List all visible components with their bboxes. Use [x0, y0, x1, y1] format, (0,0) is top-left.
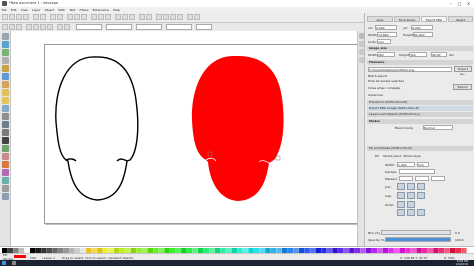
cap-round-icon[interactable]: [407, 192, 415, 199]
windows-start-icon[interactable]: [2, 261, 6, 265]
marker-end-select[interactable]: [431, 176, 445, 181]
export-height-value: 80.000: [414, 33, 425, 37]
selection-handle[interactable]: [275, 155, 281, 161]
export-button[interactable]: Export: [453, 84, 472, 90]
blur-label: Blur (%): [368, 231, 381, 235]
order-label: Order:: [385, 203, 395, 207]
tab-align[interactable]: Align: [367, 16, 393, 22]
x0-label: x0:: [368, 26, 373, 30]
blend-mode-label: Blend mode: [395, 126, 414, 130]
stroke-style-tab[interactable]: Stroke style: [403, 154, 421, 158]
zoom-level[interactable]: Z: 54%: [444, 256, 455, 260]
dpi-label: dpi: [449, 53, 454, 57]
join-round-icon[interactable]: [407, 183, 415, 190]
status-layer[interactable]: •Layer 1: [42, 256, 55, 260]
export-png-dialog-header[interactable]: Export PNG Image (Shift+Ctrl+E): [367, 106, 473, 111]
taskbar: 6:08 PM 1/4/2019: [0, 260, 474, 266]
stroke-width-input[interactable]: 1.000: [397, 162, 415, 167]
units-label: Units:: [368, 40, 377, 44]
tab-export-png[interactable]: Export PNG: [421, 16, 447, 22]
y0-label: y0:: [403, 26, 408, 30]
x0-value: 0.000: [376, 26, 385, 30]
fill-stroke-dialog-header[interactable]: Fill and Stroke (Shift+Ctrl+F): [367, 146, 473, 151]
dpi-input[interactable]: 96.00: [431, 52, 447, 57]
x0-input[interactable]: 0.000: [375, 25, 397, 30]
layers-objects-dialog-header[interactable]: Layers and Objects (Shift+Ctrl+L): [367, 112, 473, 117]
marker-mid-select[interactable]: [415, 176, 429, 181]
order-markers-fill-stroke-icon[interactable]: [407, 209, 415, 216]
blur-slider[interactable]: [381, 230, 451, 235]
advanced-expander[interactable]: Advanced: [368, 93, 383, 97]
cap-square-icon[interactable]: [417, 192, 425, 199]
image-size-heading: Image size: [367, 46, 473, 51]
status-fill-swatch[interactable]: [14, 255, 26, 258]
image-width-value: 282: [378, 53, 384, 57]
y0-value: 0.000: [412, 26, 421, 30]
fill-tab[interactable]: Fill: [375, 154, 379, 158]
dock-panel: Align Fill & Stroke Export PNG Object x0…: [364, 13, 474, 246]
opacity-slider[interactable]: [385, 237, 451, 242]
dashes-label: Dashes:: [385, 170, 398, 174]
image-height-value: 302: [410, 53, 416, 57]
blur-value: 0.0: [455, 231, 460, 235]
cursor-coordinates: X: 140.65 Y: 47.37: [400, 255, 428, 260]
stroke-width-unit-select[interactable]: mm: [417, 162, 429, 167]
filename-input[interactable]: C:\Users\Desktop\Untitled.png: [368, 67, 452, 72]
y0-input[interactable]: 0.000: [411, 25, 433, 30]
dpi-value: 96.00: [432, 53, 441, 57]
join-label: Join:: [385, 185, 392, 189]
export-width-input[interactable]: 74.680: [377, 32, 397, 37]
dashes-select[interactable]: [399, 169, 435, 174]
join-bevel-icon[interactable]: [417, 183, 425, 190]
cap-butt-icon[interactable]: [397, 192, 405, 199]
units-select[interactable]: mm: [377, 39, 391, 44]
order-stroke-fill-markers-icon[interactable]: [407, 201, 415, 208]
order-fill-markers-stroke-icon[interactable]: [397, 209, 405, 216]
stroke-width-label: Width:: [385, 163, 395, 167]
tab-object[interactable]: Object: [448, 16, 473, 22]
image-width-input[interactable]: 282: [377, 52, 395, 57]
stroke-paint-tab[interactable]: Stroke paint: [383, 154, 401, 158]
opacity-label: Opacity (%): [368, 238, 386, 242]
skull-outline[interactable]: [55, 56, 139, 201]
close-when-complete-checkbox[interactable]: Close when complete: [368, 86, 400, 90]
stroke-width-value: 1.000: [398, 163, 407, 167]
blend-mode-select[interactable]: Normal: [423, 125, 453, 130]
stroke-width-unit-value: mm: [418, 163, 424, 167]
skull-red[interactable]: [191, 55, 284, 201]
units-value: mm: [378, 40, 384, 44]
image-height-input[interactable]: 302: [409, 52, 427, 57]
status-opacity[interactable]: 100: [30, 256, 36, 260]
export-width-value: 74.680: [378, 33, 389, 37]
filename-value: C:\Users\Desktop\Untitled.png: [369, 68, 415, 72]
export-as-button[interactable]: Export As...: [454, 66, 472, 76]
markers-label: Markers:: [385, 177, 398, 181]
hide-except-selected-checkbox[interactable]: Hide all except selected: [368, 79, 404, 83]
blend-mode-value: Normal: [424, 126, 435, 130]
batch-export-checkbox[interactable]: Batch export: [368, 74, 387, 78]
opacity-value: 100.0: [455, 238, 464, 242]
export-height-input[interactable]: 80.000: [413, 32, 433, 37]
order-fill-stroke-markers-icon[interactable]: [397, 201, 405, 208]
modes-heading: Modes: [367, 119, 473, 124]
taskbar-app-icon[interactable]: [12, 261, 16, 265]
marker-start-select[interactable]: [399, 176, 413, 181]
transform-dialog-header[interactable]: Transform (Shift+Ctrl+M): [367, 100, 473, 105]
tab-fill-stroke[interactable]: Fill & Stroke: [394, 16, 420, 22]
join-miter-icon[interactable]: [397, 183, 405, 190]
status-message: Drag to select, click to select / desele…: [62, 255, 134, 260]
cap-label: Cap:: [385, 194, 392, 198]
order-stroke-markers-fill-icon[interactable]: [417, 209, 425, 216]
filename-heading: Filename: [367, 60, 473, 65]
